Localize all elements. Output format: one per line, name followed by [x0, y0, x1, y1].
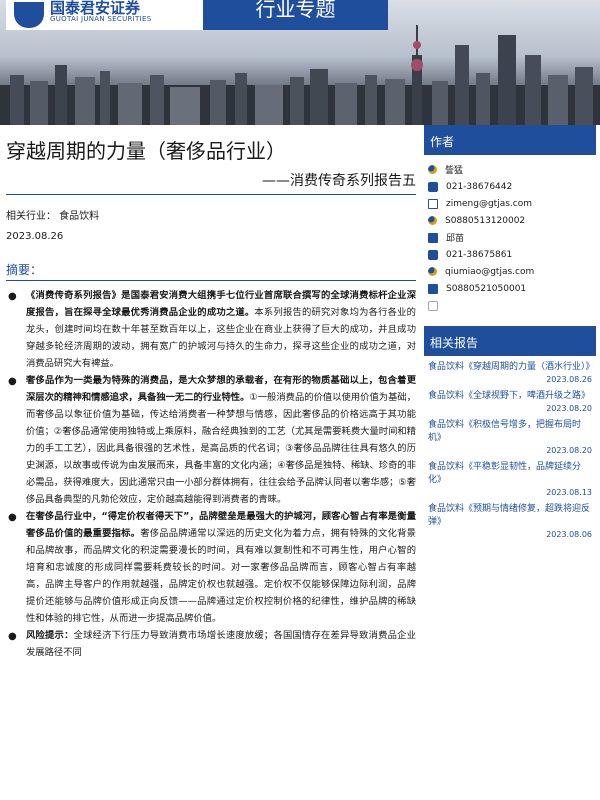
logo-english-name: GUOTAI JUNAN SECURITIES	[50, 15, 152, 23]
related-report-date: 2023.08.20	[546, 446, 592, 455]
bullet-icon: ●	[8, 631, 17, 642]
company-logo: 国泰君安证券 GUOTAI JUNAN SECURITIES	[6, 0, 206, 30]
author-row-empty	[428, 297, 592, 314]
related-report-title[interactable]: 食品饮料《平稳彰显韧性，品牌延续分化》	[428, 461, 592, 487]
id-icon	[428, 232, 438, 243]
related-report-item[interactable]: 食品饮料《积极信号增多，把握布局时机》 2023.08.20	[424, 414, 596, 456]
author-email[interactable]: qiumiao@gtjas.com	[445, 267, 534, 277]
author-row: S0880513120002	[428, 212, 592, 229]
related-report-title[interactable]: 食品饮料《预期与情绪修复，超跌将迎反弹》	[428, 503, 592, 529]
main-content: 穿越周期的力量（奢侈品行业） ——消费传奇系列报告五 相关行业： 食品饮料 20…	[6, 130, 416, 661]
related-report-date: 2023.08.13	[546, 488, 592, 497]
related-report-title[interactable]: 食品饮料《积极信号增多，把握布局时机》	[428, 419, 592, 445]
header-banner: 国泰君安证券 GUOTAI JUNAN SECURITIES 行业专题	[0, 0, 600, 125]
summary-item: ● 奢侈品作为一类最为特殊的消费品，是大众梦想的承载者，在有形的物质基础以上，包含…	[6, 372, 416, 508]
related-report-item[interactable]: 食品饮料《全球视野下，啤酒升级之路》 2023.08.20	[424, 385, 596, 414]
summary-heading: 摘要：	[6, 261, 416, 281]
author-info: 021-38675861	[446, 249, 513, 260]
logo-shield-icon	[14, 2, 44, 28]
author-info: 邱苗	[446, 234, 465, 244]
related-report-item[interactable]: 食品饮料《穿越周期的力量（酒水行业）》 2023.08.26	[424, 356, 596, 385]
authors-list: 訾猛 021-38676442 zimeng@gtjas.com S088051…	[424, 155, 596, 318]
summary-item-text: ①一般消费品的价值以使用价值为基础，而奢侈品以象征价值为基础，传达给消费者一种梦…	[26, 392, 416, 505]
bullet-icon: ●	[8, 512, 17, 523]
author-row: qiumiao@gtjas.com	[428, 263, 592, 280]
summary-item: ● 风险提示：全球经济下行压力导致消费市场增长速度放缓；各国国情存在差异导致消费品…	[6, 627, 416, 661]
phone-icon	[428, 249, 438, 260]
related-report-date: 2023.08.20	[546, 404, 592, 413]
report-subtitle: ——消费传奇系列报告五	[6, 170, 416, 195]
author-row: 021-38676442	[428, 178, 592, 195]
city-skyline-image	[0, 25, 600, 125]
related-report-item[interactable]: 食品饮料《预期与情绪修复，超跌将迎反弹》 2023.08.06	[424, 498, 596, 540]
bullet-icon: ●	[8, 291, 17, 302]
report-type-label: 行业专题	[203, 0, 388, 30]
author-row: 021-38675861	[428, 246, 592, 263]
placeholder-icon	[428, 300, 438, 311]
phone-icon	[428, 181, 438, 192]
authors-heading: 作者	[424, 125, 596, 155]
bullet-icon: ●	[8, 376, 17, 387]
related-report-date: 2023.08.26	[546, 375, 592, 384]
author-row: S0880521050001	[428, 280, 592, 297]
person-icon	[428, 267, 437, 276]
report-date: 2023.08.26	[6, 231, 64, 242]
summary-list: ● 《消费传奇系列报告》是国泰君安消费大组携手七位行业首席联合撰写的全球消费标杆企…	[6, 287, 416, 661]
author-info: 訾猛	[445, 166, 464, 176]
mail-icon	[428, 198, 438, 209]
summary-item-text: 奢侈品品牌通常以深远的历史文化为着力点，拥有特殊的文化背景和品牌故事，而品牌文化…	[26, 528, 416, 624]
summary-item: ● 《消费传奇系列报告》是国泰君安消费大组携手七位行业首席联合撰写的全球消费标杆企…	[6, 287, 416, 372]
person-icon	[428, 216, 437, 225]
author-row: 邱苗	[428, 229, 592, 246]
author-email[interactable]: zimeng@gtjas.com	[446, 199, 532, 209]
summary-item-text: 全球经济下行压力导致消费市场增长速度放缓；各国国情存在差异导致消费品企业发展路径…	[26, 630, 416, 658]
related-report-item[interactable]: 食品饮料《平稳彰显韧性，品牌延续分化》 2023.08.13	[424, 456, 596, 498]
related-report-date: 2023.08.06	[546, 530, 592, 539]
person-icon	[428, 165, 437, 174]
related-report-title[interactable]: 食品饮料《全球视野下，啤酒升级之路》	[428, 390, 592, 403]
sidebar: 作者 訾猛 021-38676442 zimeng@gtjas.com S088…	[424, 125, 596, 540]
summary-item: ● 在奢侈品行业中，“得定价权者得天下”，品牌壁垒是最强大的护城河，顾客心智占有率…	[6, 508, 416, 627]
id-icon	[428, 283, 438, 294]
author-info: S0880513120002	[445, 215, 526, 226]
summary-item-lead: 风险提示：	[26, 630, 74, 641]
related-report-title[interactable]: 食品饮料《穿越周期的力量（酒水行业）》	[428, 361, 595, 374]
related-industry: 相关行业： 食品饮料	[6, 211, 100, 222]
author-info: 021-38676442	[446, 181, 513, 192]
logo-chinese-name: 国泰君安证券	[50, 0, 141, 17]
author-row: 訾猛	[428, 161, 592, 178]
related-reports-heading: 相关报告	[424, 326, 596, 356]
report-title: 穿越周期的力量（奢侈品行业）	[6, 139, 286, 163]
author-row: zimeng@gtjas.com	[428, 195, 592, 212]
author-info: S0880521050001	[446, 283, 527, 294]
